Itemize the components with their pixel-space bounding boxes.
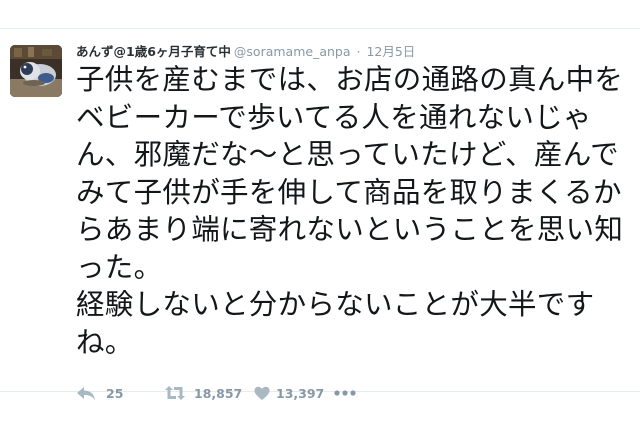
reply-count: 25 — [106, 385, 124, 401]
avatar-image — [10, 45, 62, 97]
tweet-text: 子供を産むまでは、お店の通路の真ん中を ベビーカーで歩いてる人を通れないじゃ ん… — [76, 63, 624, 359]
reply-arrow-icon — [76, 385, 96, 401]
retweet-button[interactable] — [164, 385, 194, 401]
heart-icon — [254, 386, 270, 401]
tweet-card[interactable]: あんず@1歳6ヶ月子育て中 @soramame_anpa · 12月5日 子供を産… — [0, 28, 640, 401]
user-handle[interactable]: @soramame_anpa — [234, 44, 351, 59]
page: あんず@1歳6ヶ月子育て中 @soramame_anpa · 12月5日 子供を産… — [0, 0, 640, 426]
more-button[interactable] — [334, 389, 362, 397]
tweet-actions: 25 18,857 13,397 — [76, 381, 362, 405]
retweet-icon — [164, 385, 186, 401]
more-dots-icon — [334, 389, 356, 397]
like-count: 13,397 — [276, 385, 325, 401]
tweet-header: あんず@1歳6ヶ月子育て中 @soramame_anpa · 12月5日 — [76, 43, 415, 61]
retweet-count: 18,857 — [194, 385, 243, 401]
separator-dot: · — [356, 44, 361, 59]
avatar[interactable] — [10, 45, 62, 97]
display-name[interactable]: あんず@1歳6ヶ月子育て中 — [76, 44, 231, 59]
like-button[interactable] — [254, 386, 276, 401]
reply-button[interactable] — [76, 385, 106, 401]
tweet-timestamp[interactable]: 12月5日 — [366, 44, 415, 59]
